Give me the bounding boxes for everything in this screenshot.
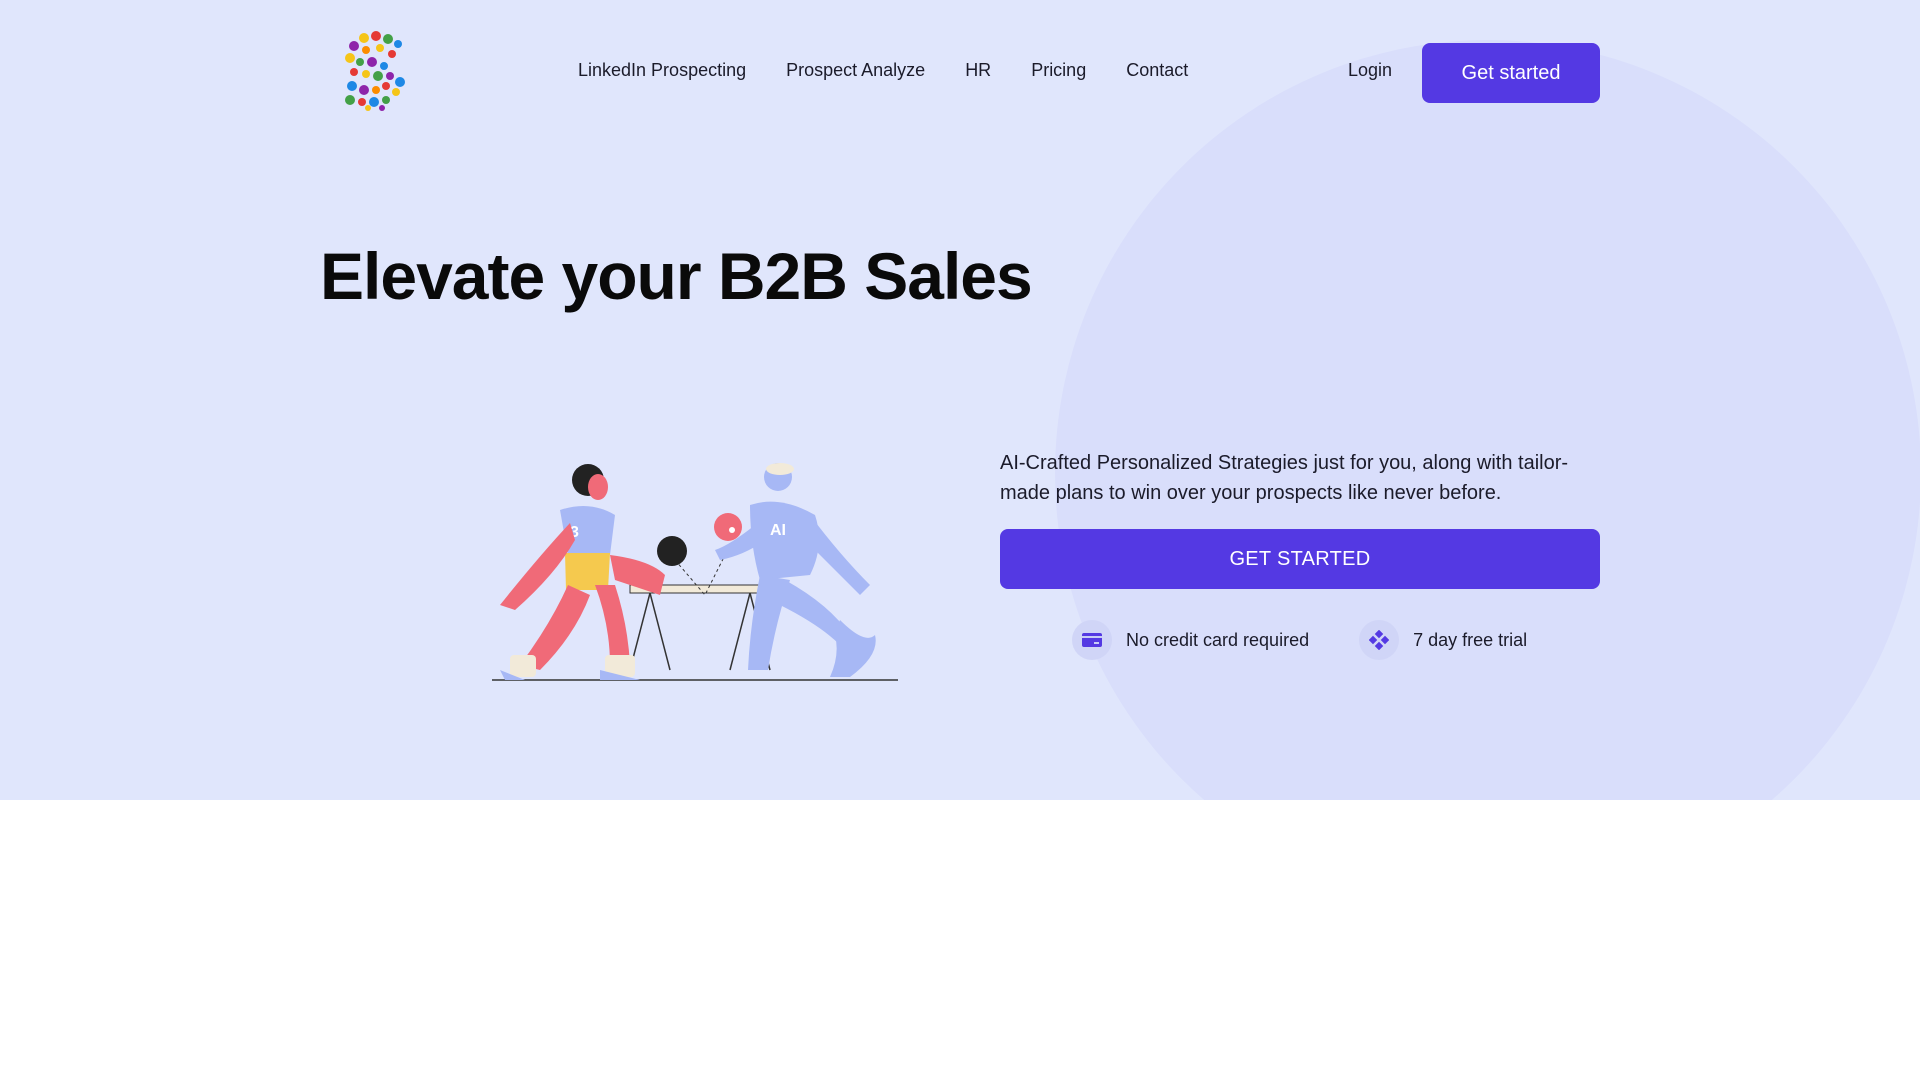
nav-item-linkedin-prospecting[interactable]: LinkedIn Prospecting	[578, 58, 746, 82]
ai-label: AI	[770, 522, 786, 539]
lower-section	[0, 800, 1920, 1080]
get-started-main-button[interactable]: GET STARTED	[1000, 529, 1600, 589]
login-link[interactable]: Login	[1348, 58, 1392, 82]
background-circle	[1055, 40, 1920, 800]
hero-description: AI-Crafted Personalized Strategies just …	[1000, 452, 1569, 504]
perks-list: No credit card required 7 day free trial	[1072, 620, 1577, 660]
perk-free-trial: 7 day free trial	[1359, 620, 1527, 660]
hero-section: LinkedIn Prospecting Prospect Analyze HR…	[0, 0, 1920, 800]
perk-label: No credit card required	[1126, 629, 1310, 650]
diamond-dots-icon	[1359, 620, 1400, 660]
nav-item-pricing[interactable]: Pricing	[1031, 58, 1086, 82]
get-started-button[interactable]: Get started	[1422, 43, 1600, 103]
ping-pong-illustration: 3 AI	[492, 463, 898, 681]
hero-title: Elevate your B2B Sales	[320, 239, 1033, 313]
circle-fade	[1055, 800, 1920, 906]
main-nav: LinkedIn Prospecting Prospect Analyze HR…	[578, 58, 1188, 82]
perk-no-credit-card: No credit card required	[1072, 620, 1309, 660]
logo[interactable]	[340, 30, 414, 112]
logo-dots	[345, 31, 405, 111]
credit-card-icon	[1072, 620, 1112, 660]
nav-item-contact[interactable]: Contact	[1126, 58, 1188, 82]
perk-label: 7 day free trial	[1413, 629, 1528, 650]
nav-item-prospect-analyze[interactable]: Prospect Analyze	[786, 58, 925, 82]
nav-item-hr[interactable]: HR	[965, 58, 991, 82]
